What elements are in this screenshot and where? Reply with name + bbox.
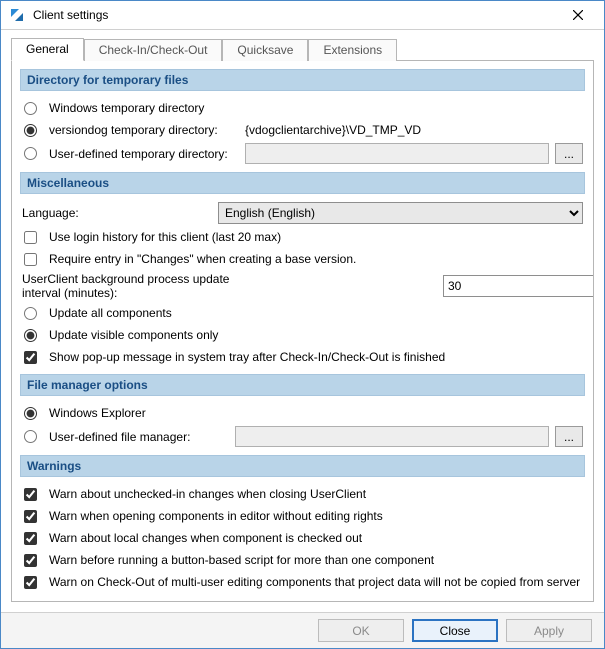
checkbox-warn-button-script[interactable] [24,554,37,567]
close-button[interactable]: Close [412,619,498,642]
dialog-window: Client settings General Check-In/Check-O… [0,0,605,649]
section-header-misc: Miscellaneous [20,172,585,194]
radio-tmp-user[interactable] [24,147,37,160]
label-warn-button-script: Warn before running a button-based scrip… [49,553,434,567]
input-tmp-user-path[interactable] [245,143,549,164]
radio-tmp-windows[interactable] [24,102,37,115]
label-tmp-user: User-defined temporary directory: [49,147,239,161]
tab-general[interactable]: General [11,38,84,61]
label-tmp-windows: Windows temporary directory [49,101,204,115]
label-update-all: Update all components [49,306,172,320]
checkbox-show-popup[interactable] [24,351,37,364]
window-title: Client settings [33,8,558,22]
section-header-tempfiles: Directory for temporary files [20,69,585,91]
label-fm-explorer: Windows Explorer [49,406,146,420]
apply-button[interactable]: Apply [506,619,592,642]
tab-checkinout[interactable]: Check-In/Check-Out [84,39,223,61]
label-language: Language: [22,206,212,220]
radio-tmp-vdog[interactable] [24,124,37,137]
browse-fm-user-button[interactable]: ... [555,426,583,447]
window-close-button[interactable] [558,1,598,29]
checkbox-warn-unchecked-in[interactable] [24,488,37,501]
input-fm-user-path[interactable] [235,426,549,447]
checkbox-require-changes[interactable] [24,253,37,266]
label-warn-multiuser-checkout: Warn on Check-Out of multi-user editing … [49,575,580,589]
input-bg-update-interval[interactable] [443,275,594,297]
radio-update-all[interactable] [24,307,37,320]
tab-strip: General Check-In/Check-Out Quicksave Ext… [11,38,594,60]
label-login-history: Use login history for this client (last … [49,230,281,244]
browse-tmp-user-path-button[interactable]: ... [555,143,583,164]
radio-update-visible[interactable] [24,329,37,342]
app-icon [9,7,25,23]
label-fm-user: User-defined file manager: [49,430,229,444]
tab-extensions[interactable]: Extensions [308,39,397,61]
tab-page-general: Directory for temporary files Windows te… [11,60,594,602]
label-warn-unchecked-in: Warn about unchecked-in changes when clo… [49,487,366,501]
label-require-changes: Require entry in "Changes" when creating… [49,252,356,266]
spinner-bg-update-interval[interactable]: ▴ ▾ [443,275,583,297]
radio-fm-user[interactable] [24,430,37,443]
title-bar: Client settings [1,1,604,30]
label-warn-local-changes: Warn about local changes when component … [49,531,362,545]
section-header-filemanager: File manager options [20,374,585,396]
label-show-popup: Show pop-up message in system tray after… [49,350,445,364]
tab-quicksave[interactable]: Quicksave [222,39,308,61]
radio-fm-explorer[interactable] [24,407,37,420]
label-tmp-vdog: versiondog temporary directory: [49,123,239,137]
dialog-footer: OK Close Apply [1,612,604,648]
select-language[interactable]: English (English) [218,202,583,224]
section-header-warnings: Warnings [20,455,585,477]
label-warn-no-edit-rights: Warn when opening components in editor w… [49,509,383,523]
checkbox-warn-local-changes[interactable] [24,532,37,545]
client-area: General Check-In/Check-Out Quicksave Ext… [1,30,604,612]
ok-button[interactable]: OK [318,619,404,642]
checkbox-warn-multiuser-checkout[interactable] [24,576,37,589]
value-tmp-vdog-path: {vdogclientarchive}\VD_TMP_VD [245,123,421,137]
label-bg-update-interval: UserClient background process update int… [22,272,292,300]
label-update-visible: Update visible components only [49,328,218,342]
checkbox-warn-no-edit-rights[interactable] [24,510,37,523]
checkbox-login-history[interactable] [24,231,37,244]
